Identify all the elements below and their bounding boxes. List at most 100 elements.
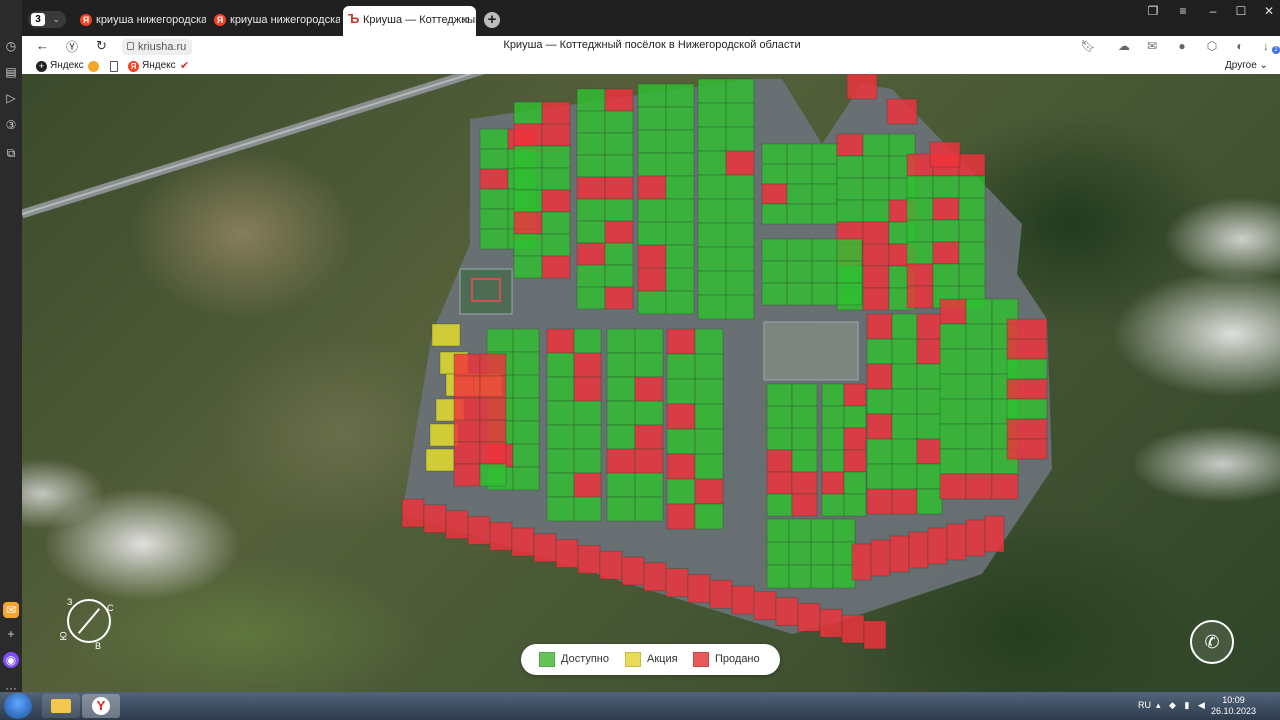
land-plot[interactable] [512, 466, 540, 491]
land-plot[interactable] [725, 78, 755, 104]
land-plot[interactable] [836, 199, 864, 223]
land-plot[interactable] [958, 153, 986, 177]
land-plot[interactable] [512, 443, 540, 468]
land-plot[interactable] [687, 574, 711, 603]
tab-1[interactable]: Я криуша нижегородская о [76, 8, 206, 32]
land-plot[interactable] [637, 221, 667, 246]
land-plot[interactable] [576, 242, 606, 266]
land-plot[interactable] [929, 141, 961, 168]
land-plot[interactable] [766, 383, 793, 407]
land-plot[interactable] [665, 106, 695, 131]
land-plot[interactable] [906, 285, 934, 309]
land-plot[interactable] [637, 152, 667, 177]
land-plot[interactable] [511, 527, 535, 557]
land-plot[interactable] [541, 255, 571, 279]
land-plot[interactable] [866, 463, 893, 490]
land-plot[interactable] [753, 591, 777, 621]
land-plot[interactable] [811, 203, 838, 225]
tab-3-active[interactable]: Ъ Криуша — Коттеджный ✕ [343, 6, 476, 36]
land-plot[interactable] [453, 419, 481, 443]
land-plot[interactable] [606, 472, 636, 498]
land-plot[interactable] [1006, 378, 1048, 400]
land-plot[interactable] [786, 163, 813, 185]
land-plot[interactable] [832, 518, 856, 543]
land-plot[interactable] [479, 353, 507, 377]
land-plot[interactable] [479, 375, 507, 399]
land-plot[interactable] [991, 473, 1019, 500]
land-plot[interactable] [666, 453, 696, 480]
land-plot[interactable] [665, 129, 695, 154]
land-plot[interactable] [694, 478, 724, 505]
land-plot[interactable] [479, 419, 507, 443]
land-plot[interactable] [637, 290, 667, 315]
land-plot[interactable] [573, 400, 602, 426]
land-plot[interactable] [479, 228, 509, 250]
land-plot[interactable] [886, 98, 918, 125]
land-plot[interactable] [761, 143, 788, 165]
land-plot[interactable] [819, 608, 843, 638]
land-plot[interactable] [513, 189, 543, 213]
land-plot[interactable] [541, 101, 571, 125]
land-plot[interactable] [761, 238, 788, 262]
land-plot[interactable] [866, 488, 893, 515]
land-plot[interactable] [634, 424, 664, 450]
close-tab-icon[interactable]: ✕ [461, 7, 470, 35]
land-plot[interactable] [637, 129, 667, 154]
land-plot[interactable] [862, 221, 890, 245]
land-plot[interactable] [479, 188, 509, 210]
land-plot[interactable] [697, 294, 727, 320]
land-plot[interactable] [665, 221, 695, 246]
land-plot[interactable] [866, 413, 893, 440]
land-plot[interactable] [891, 338, 918, 365]
land-plot[interactable] [637, 83, 667, 108]
land-plot[interactable] [811, 183, 838, 205]
land-plot[interactable] [697, 126, 727, 152]
land-plot[interactable] [841, 614, 865, 644]
land-plot[interactable] [916, 488, 943, 515]
land-plot[interactable] [725, 198, 755, 224]
land-plot[interactable] [766, 471, 793, 495]
land-plot[interactable] [791, 405, 818, 429]
land-plot[interactable] [709, 579, 733, 609]
land-plot[interactable] [916, 413, 943, 440]
land-plot[interactable] [888, 133, 916, 157]
alice-assistant-icon[interactable]: ◉ [3, 652, 19, 668]
land-plot[interactable] [836, 238, 863, 262]
land-plot[interactable] [788, 564, 812, 589]
land-plot[interactable] [862, 243, 890, 267]
land-plot[interactable] [1006, 318, 1048, 340]
land-plot[interactable] [697, 78, 727, 104]
land-plot[interactable] [634, 448, 664, 474]
land-plot[interactable] [821, 493, 845, 517]
land-plot[interactable] [546, 376, 575, 402]
land-plot[interactable] [604, 110, 634, 134]
yandex-logo-icon[interactable]: Ⓨ [66, 38, 78, 55]
land-plot[interactable] [697, 222, 727, 248]
land-plot[interactable] [906, 263, 934, 287]
land-plot[interactable] [761, 282, 788, 306]
land-plot[interactable] [870, 539, 891, 577]
land-plot[interactable] [891, 313, 918, 340]
land-plot[interactable] [479, 128, 509, 150]
land-plot[interactable] [836, 282, 863, 306]
land-plot[interactable] [866, 438, 893, 465]
land-plot[interactable] [766, 405, 793, 429]
land-plot[interactable] [810, 564, 834, 589]
land-plot[interactable] [479, 148, 509, 170]
land-plot[interactable] [916, 438, 943, 465]
land-plot[interactable] [604, 132, 634, 156]
land-plot[interactable] [666, 503, 696, 530]
land-plot[interactable] [634, 328, 664, 354]
bookmarks-other[interactable]: Другое ⌄ [1225, 59, 1268, 73]
land-plot[interactable] [1006, 398, 1048, 420]
land-plot[interactable] [512, 420, 540, 445]
land-plot[interactable] [694, 428, 724, 455]
land-plot[interactable] [932, 263, 960, 287]
minimize-button[interactable]: – [1202, 4, 1224, 18]
land-plot[interactable] [810, 541, 834, 566]
explorer-taskbar-button[interactable] [42, 694, 80, 718]
workspace-button[interactable]: 3 ⌄ [28, 11, 66, 28]
land-plot[interactable] [821, 449, 845, 473]
land-plot[interactable] [401, 498, 425, 528]
land-plot[interactable] [843, 427, 867, 451]
